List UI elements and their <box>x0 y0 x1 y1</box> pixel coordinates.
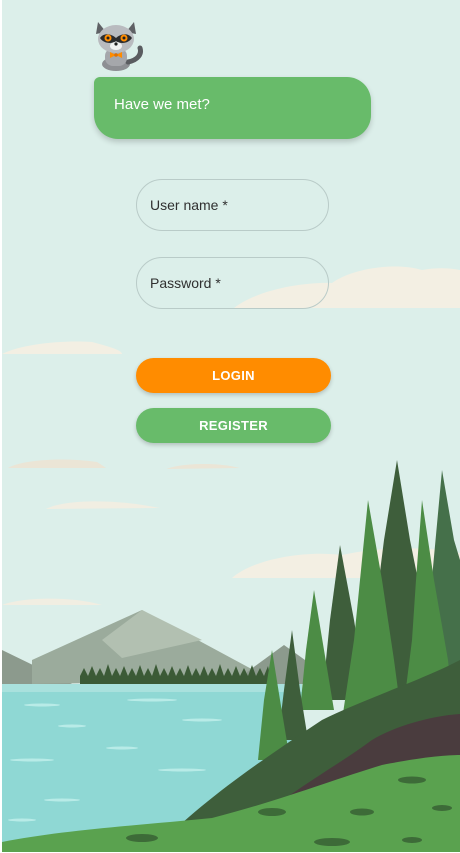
raccoon-mascot-icon <box>96 22 143 71</box>
username-field[interactable]: User name * <box>136 179 329 231</box>
login-screen: Have we met? User name * Password * LOGI… <box>2 0 460 852</box>
register-button[interactable]: REGISTER <box>136 408 331 443</box>
password-field[interactable]: Password * <box>136 257 329 309</box>
login-button-label: LOGIN <box>212 368 255 383</box>
greeting-text: Have we met? <box>114 96 210 113</box>
password-label: Password * <box>150 275 221 291</box>
username-label: User name * <box>150 197 228 213</box>
register-button-label: REGISTER <box>199 418 268 433</box>
greeting-bubble: Have we met? <box>94 77 371 139</box>
login-button[interactable]: LOGIN <box>136 358 331 393</box>
